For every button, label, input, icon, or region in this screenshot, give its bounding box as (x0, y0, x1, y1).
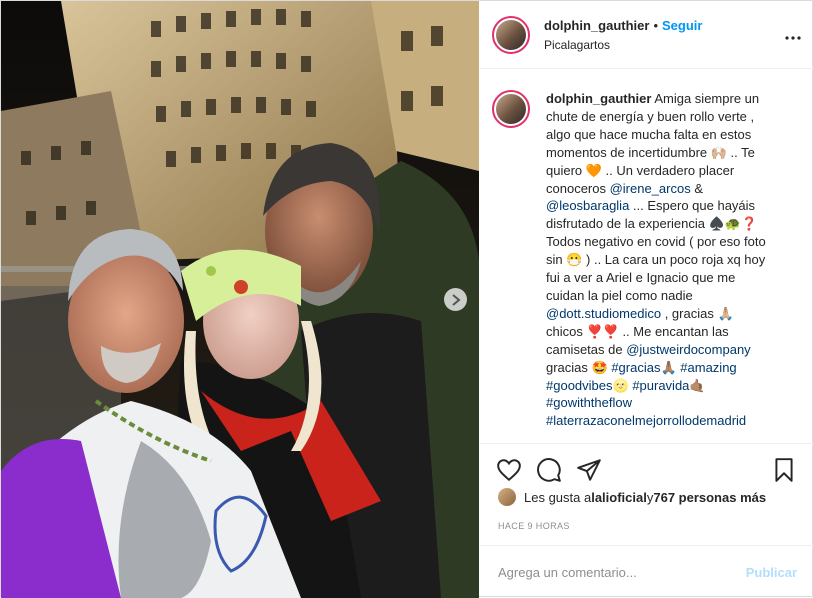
hashtag-link[interactable]: #gowiththeflow (546, 395, 632, 410)
caption-avatar[interactable] (492, 90, 530, 128)
hashtag-link[interactable]: #amazing (680, 360, 736, 375)
caption-username[interactable]: dolphin_gauthier (546, 91, 651, 106)
hashtag-link[interactable]: #laterrazaconelmejorrollodemadrid (546, 413, 746, 428)
hashtag-link[interactable]: #gracias (611, 360, 660, 375)
comment-icon[interactable] (536, 457, 562, 483)
post-side-panel: dolphin_gauthier • Seguir Picalagartos dol… (480, 1, 813, 598)
caption-text: 🙏🏽 (660, 359, 681, 375)
likes-count[interactable]: 767 personas más (653, 490, 766, 505)
post-photo[interactable] (1, 1, 479, 598)
hashtag-link[interactable]: #puravida (632, 378, 689, 393)
mention-link[interactable]: @dott.studiomedico (546, 306, 661, 321)
post-timestamp[interactable]: HACE 9 HORAS (498, 521, 570, 531)
caption-text: 🌝 (612, 377, 633, 393)
heart-icon[interactable] (496, 457, 522, 483)
post-header: dolphin_gauthier • Seguir Picalagartos (480, 1, 813, 69)
mention-link[interactable]: @justweirdocompany (626, 342, 750, 357)
likes-prefix: Les gusta a (524, 489, 592, 505)
location-link[interactable]: Picalagartos (544, 38, 785, 52)
publish-button[interactable]: Publicar (746, 565, 797, 580)
more-options-button[interactable] (785, 24, 801, 45)
more-horizontal-icon (785, 36, 801, 40)
caption-text: 🤙🏽 (689, 377, 706, 393)
comments-section: dolphin_gauthier Amiga siempre un chute … (480, 71, 813, 443)
photo-illustration (1, 1, 479, 598)
add-comment-bar: Publicar (480, 545, 813, 598)
caption-text: gracias 🤩 (546, 359, 612, 375)
chevron-right-icon (451, 293, 461, 306)
liker-avatar[interactable] (498, 488, 516, 506)
mention-link[interactable]: @irene_arcos (610, 181, 691, 196)
mention-link[interactable]: @leosbaraglia (546, 198, 629, 213)
bookmark-icon[interactable] (771, 457, 797, 483)
header-text: dolphin_gauthier • Seguir Picalagartos (544, 18, 785, 52)
caption-text: & (690, 180, 704, 196)
hashtag-link[interactable]: #goodvibes (546, 378, 613, 393)
header-username[interactable]: dolphin_gauthier (544, 18, 649, 33)
comment-input[interactable] (496, 563, 746, 581)
separator-dot: • (653, 17, 659, 33)
follow-button[interactable]: Seguir (662, 18, 702, 33)
share-icon[interactable] (576, 457, 602, 483)
instagram-post: dolphin_gauthier • Seguir Picalagartos dol… (0, 0, 813, 598)
next-photo-button[interactable] (444, 288, 467, 311)
liker-username[interactable]: lalioficial (591, 490, 647, 505)
avatar[interactable] (492, 15, 530, 54)
likes-summary: Les gusta a lalioficial y 767 personas m… (498, 488, 801, 506)
post-caption: dolphin_gauthier Amiga siempre un chute … (546, 90, 771, 443)
caption-text: ... Espero que hayáis disfrutado de la e… (546, 198, 766, 303)
